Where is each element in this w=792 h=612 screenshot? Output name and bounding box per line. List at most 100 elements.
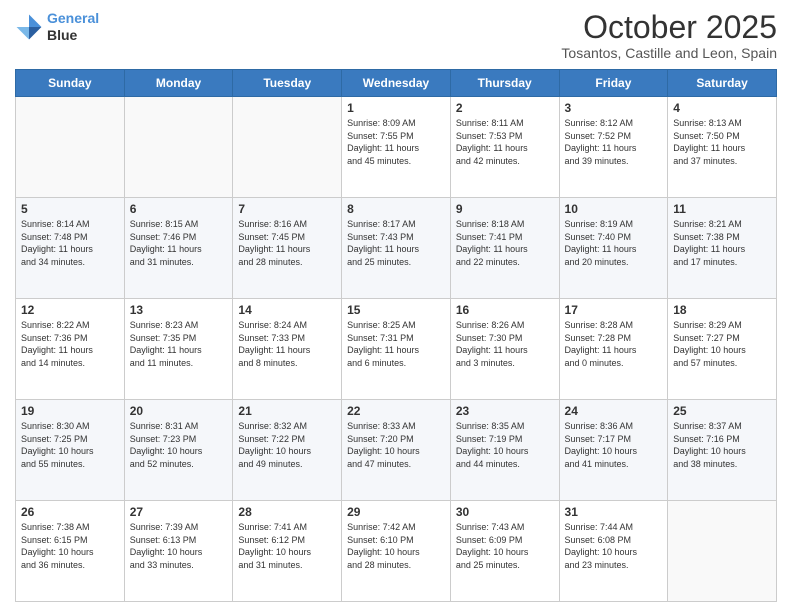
day-number: 29: [347, 505, 445, 519]
day-cell: 26 Sunrise: 7:38 AM Sunset: 6:15 PM Dayli…: [16, 501, 125, 602]
day-number: 19: [21, 404, 119, 418]
weekday-header-friday: Friday: [559, 70, 668, 97]
day-number: 23: [456, 404, 554, 418]
day-number: 24: [565, 404, 663, 418]
day-info: Sunrise: 8:33 AM Sunset: 7:20 PM Dayligh…: [347, 420, 445, 470]
day-cell: [668, 501, 777, 602]
weekday-header-tuesday: Tuesday: [233, 70, 342, 97]
day-cell: 20 Sunrise: 8:31 AM Sunset: 7:23 PM Dayli…: [124, 400, 233, 501]
weekday-header-saturday: Saturday: [668, 70, 777, 97]
day-number: 10: [565, 202, 663, 216]
day-number: 6: [130, 202, 228, 216]
day-number: 1: [347, 101, 445, 115]
week-row-4: 19 Sunrise: 8:30 AM Sunset: 7:25 PM Dayli…: [16, 400, 777, 501]
day-info: Sunrise: 7:43 AM Sunset: 6:09 PM Dayligh…: [456, 521, 554, 571]
day-cell: 4Sunrise: 8:13 AM Sunset: 7:50 PM Daylig…: [668, 97, 777, 198]
day-cell: 21 Sunrise: 8:32 AM Sunset: 7:22 PM Dayli…: [233, 400, 342, 501]
day-info: Sunrise: 8:09 AM Sunset: 7:55 PM Dayligh…: [347, 117, 445, 167]
day-cell: 15 Sunrise: 8:25 AM Sunset: 7:31 PM Dayli…: [342, 299, 451, 400]
week-row-3: 12Sunrise: 8:22 AM Sunset: 7:36 PM Dayli…: [16, 299, 777, 400]
day-number: 2: [456, 101, 554, 115]
day-cell: 7Sunrise: 8:16 AM Sunset: 7:45 PM Daylig…: [233, 198, 342, 299]
day-cell: 10 Sunrise: 8:19 AM Sunset: 7:40 PM Dayli…: [559, 198, 668, 299]
day-cell: 2 Sunrise: 8:11 AM Sunset: 7:53 PM Daylig…: [450, 97, 559, 198]
day-info: Sunrise: 8:26 AM Sunset: 7:30 PM Dayligh…: [456, 319, 554, 369]
day-info: Sunrise: 8:36 AM Sunset: 7:17 PM Dayligh…: [565, 420, 663, 470]
logo-line1: General: [47, 10, 99, 26]
weekday-header-monday: Monday: [124, 70, 233, 97]
day-cell: 9Sunrise: 8:18 AM Sunset: 7:41 PM Daylig…: [450, 198, 559, 299]
day-info: Sunrise: 8:32 AM Sunset: 7:22 PM Dayligh…: [238, 420, 336, 470]
day-info: Sunrise: 8:24 AM Sunset: 7:33 PM Dayligh…: [238, 319, 336, 369]
day-cell: [233, 97, 342, 198]
week-row-1: 1 Sunrise: 8:09 AM Sunset: 7:55 PM Daylig…: [16, 97, 777, 198]
day-cell: 13 Sunrise: 8:23 AM Sunset: 7:35 PM Dayli…: [124, 299, 233, 400]
day-cell: 16 Sunrise: 8:26 AM Sunset: 7:30 PM Dayli…: [450, 299, 559, 400]
day-info: Sunrise: 7:44 AM Sunset: 6:08 PM Dayligh…: [565, 521, 663, 571]
weekday-header-row: SundayMondayTuesdayWednesdayThursdayFrid…: [16, 70, 777, 97]
day-cell: 6Sunrise: 8:15 AM Sunset: 7:46 PM Daylig…: [124, 198, 233, 299]
logo: General Blue: [15, 10, 99, 44]
location: Tosantos, Castille and Leon, Spain: [561, 45, 777, 61]
day-number: 17: [565, 303, 663, 317]
day-number: 8: [347, 202, 445, 216]
page: General Blue October 2025 Tosantos, Cast…: [0, 0, 792, 612]
day-info: Sunrise: 8:13 AM Sunset: 7:50 PM Dayligh…: [673, 117, 771, 167]
day-info: Sunrise: 8:14 AM Sunset: 7:48 PM Dayligh…: [21, 218, 119, 268]
day-number: 3: [565, 101, 663, 115]
day-cell: 24 Sunrise: 8:36 AM Sunset: 7:17 PM Dayli…: [559, 400, 668, 501]
weekday-header-thursday: Thursday: [450, 70, 559, 97]
day-cell: 18 Sunrise: 8:29 AM Sunset: 7:27 PM Dayli…: [668, 299, 777, 400]
day-cell: 14 Sunrise: 8:24 AM Sunset: 7:33 PM Dayli…: [233, 299, 342, 400]
month-title: October 2025: [561, 10, 777, 45]
day-info: Sunrise: 8:29 AM Sunset: 7:27 PM Dayligh…: [673, 319, 771, 369]
day-info: Sunrise: 8:11 AM Sunset: 7:53 PM Dayligh…: [456, 117, 554, 167]
day-number: 30: [456, 505, 554, 519]
day-info: Sunrise: 7:41 AM Sunset: 6:12 PM Dayligh…: [238, 521, 336, 571]
title-block: October 2025 Tosantos, Castille and Leon…: [561, 10, 777, 61]
day-info: Sunrise: 8:22 AM Sunset: 7:36 PM Dayligh…: [21, 319, 119, 369]
day-number: 7: [238, 202, 336, 216]
day-info: Sunrise: 8:12 AM Sunset: 7:52 PM Dayligh…: [565, 117, 663, 167]
day-number: 21: [238, 404, 336, 418]
day-number: 31: [565, 505, 663, 519]
day-number: 20: [130, 404, 228, 418]
day-number: 16: [456, 303, 554, 317]
weekday-header-sunday: Sunday: [16, 70, 125, 97]
day-number: 9: [456, 202, 554, 216]
day-info: Sunrise: 8:21 AM Sunset: 7:38 PM Dayligh…: [673, 218, 771, 268]
day-cell: 5 Sunrise: 8:14 AM Sunset: 7:48 PM Daylig…: [16, 198, 125, 299]
day-cell: 17Sunrise: 8:28 AM Sunset: 7:28 PM Dayli…: [559, 299, 668, 400]
day-info: Sunrise: 8:30 AM Sunset: 7:25 PM Dayligh…: [21, 420, 119, 470]
day-number: 11: [673, 202, 771, 216]
day-info: Sunrise: 8:31 AM Sunset: 7:23 PM Dayligh…: [130, 420, 228, 470]
week-row-5: 26 Sunrise: 7:38 AM Sunset: 6:15 PM Dayli…: [16, 501, 777, 602]
header: General Blue October 2025 Tosantos, Cast…: [15, 10, 777, 61]
day-cell: 25Sunrise: 8:37 AM Sunset: 7:16 PM Dayli…: [668, 400, 777, 501]
day-number: 18: [673, 303, 771, 317]
day-cell: 28Sunrise: 7:41 AM Sunset: 6:12 PM Dayli…: [233, 501, 342, 602]
day-info: Sunrise: 8:25 AM Sunset: 7:31 PM Dayligh…: [347, 319, 445, 369]
day-cell: 30 Sunrise: 7:43 AM Sunset: 6:09 PM Dayli…: [450, 501, 559, 602]
day-number: 13: [130, 303, 228, 317]
day-info: Sunrise: 8:19 AM Sunset: 7:40 PM Dayligh…: [565, 218, 663, 268]
day-cell: 12Sunrise: 8:22 AM Sunset: 7:36 PM Dayli…: [16, 299, 125, 400]
day-cell: 29Sunrise: 7:42 AM Sunset: 6:10 PM Dayli…: [342, 501, 451, 602]
day-number: 26: [21, 505, 119, 519]
day-info: Sunrise: 7:38 AM Sunset: 6:15 PM Dayligh…: [21, 521, 119, 571]
day-cell: 31 Sunrise: 7:44 AM Sunset: 6:08 PM Dayli…: [559, 501, 668, 602]
day-number: 14: [238, 303, 336, 317]
day-cell: [16, 97, 125, 198]
day-info: Sunrise: 8:17 AM Sunset: 7:43 PM Dayligh…: [347, 218, 445, 268]
logo-text: General Blue: [47, 10, 99, 44]
day-cell: 22 Sunrise: 8:33 AM Sunset: 7:20 PM Dayli…: [342, 400, 451, 501]
day-info: Sunrise: 8:23 AM Sunset: 7:35 PM Dayligh…: [130, 319, 228, 369]
day-number: 22: [347, 404, 445, 418]
day-cell: 1 Sunrise: 8:09 AM Sunset: 7:55 PM Daylig…: [342, 97, 451, 198]
day-number: 15: [347, 303, 445, 317]
day-cell: 11 Sunrise: 8:21 AM Sunset: 7:38 PM Dayli…: [668, 198, 777, 299]
week-row-2: 5 Sunrise: 8:14 AM Sunset: 7:48 PM Daylig…: [16, 198, 777, 299]
day-info: Sunrise: 8:37 AM Sunset: 7:16 PM Dayligh…: [673, 420, 771, 470]
day-number: 27: [130, 505, 228, 519]
day-number: 5: [21, 202, 119, 216]
